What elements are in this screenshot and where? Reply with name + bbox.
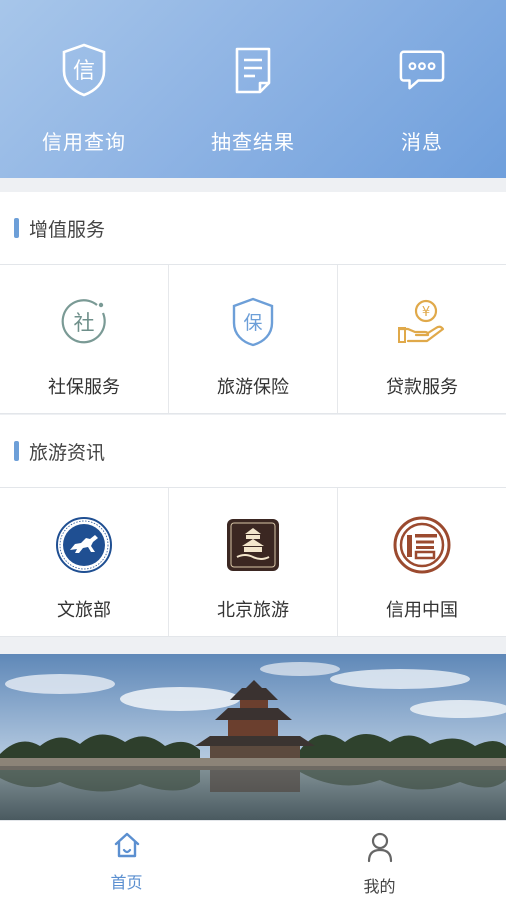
svg-text:信: 信	[73, 59, 95, 84]
credit-china-link[interactable]: 信用中国	[338, 488, 506, 636]
credit-query-button[interactable]: 信 信用查询	[0, 42, 168, 162]
forbidden-city-banner-image[interactable]	[0, 654, 506, 820]
value-added-services-header: 增值服务	[0, 192, 506, 264]
messages-label: 消息	[401, 130, 443, 154]
chat-bubble-icon	[399, 42, 445, 98]
document-icon	[230, 42, 276, 98]
tab-home[interactable]: 首页	[0, 821, 253, 900]
beijing-tourism-link[interactable]: 北京旅游	[169, 488, 338, 636]
spot-check-results-label: 抽查结果	[211, 130, 295, 154]
home-icon	[113, 831, 141, 863]
beijing-tourism-logo	[224, 516, 282, 574]
tab-home-label: 首页	[110, 873, 143, 892]
section-title: 增值服务	[29, 218, 106, 241]
header-banner: 信 信用查询 抽查结果 消息	[0, 0, 506, 178]
credit-china-logo	[393, 516, 451, 574]
svg-text:社: 社	[74, 311, 95, 335]
news-source-label: 信用中国	[386, 600, 458, 621]
section-accent-bar	[14, 218, 19, 238]
news-source-label: 文旅部	[57, 600, 111, 621]
bottom-tab-bar: 首页 我的	[0, 820, 506, 900]
shield-xin-icon: 信	[61, 42, 107, 98]
loan-coin-hand-icon: ¥	[393, 293, 451, 351]
section-accent-bar	[14, 441, 19, 461]
ministry-culture-tourism-link[interactable]: 文旅部	[0, 488, 169, 636]
tab-mine[interactable]: 我的	[253, 821, 506, 900]
travel-news-grid: 文旅部 北京旅游 信用中国	[0, 487, 506, 637]
user-profile-icon	[366, 831, 394, 867]
insurance-shield-icon: 保	[224, 293, 282, 351]
section-title: 旅游资讯	[29, 441, 106, 464]
service-label: 社保服务	[48, 377, 120, 398]
social-security-service-button[interactable]: 社 社保服务	[0, 265, 169, 413]
svg-text:保: 保	[243, 312, 262, 334]
messages-button[interactable]: 消息	[338, 42, 506, 162]
value-added-services-grid: 社 社保服务 保 旅游保险 ¥ 贷款服务	[0, 264, 506, 414]
news-source-label: 北京旅游	[217, 600, 289, 621]
loan-service-button[interactable]: ¥ 贷款服务	[338, 265, 506, 413]
svg-text:¥: ¥	[422, 305, 430, 320]
spot-check-results-button[interactable]: 抽查结果	[169, 42, 337, 162]
ministry-culture-tourism-logo	[55, 516, 113, 574]
service-label: 贷款服务	[386, 377, 458, 398]
service-label: 旅游保险	[217, 377, 289, 398]
tab-mine-label: 我的	[363, 877, 396, 896]
travel-insurance-button[interactable]: 保 旅游保险	[169, 265, 338, 413]
travel-news-header: 旅游资讯	[0, 415, 506, 487]
credit-query-label: 信用查询	[42, 130, 126, 154]
social-security-icon: 社	[55, 293, 113, 351]
